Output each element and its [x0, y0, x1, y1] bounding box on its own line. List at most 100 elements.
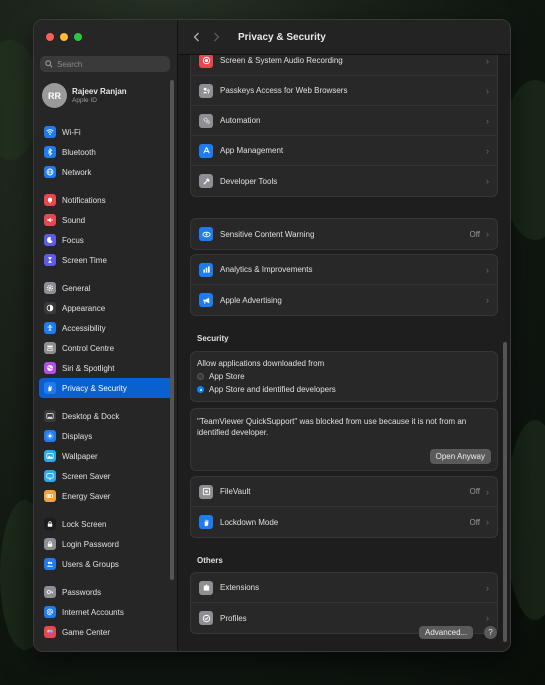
hammer-icon-glyph	[202, 177, 210, 185]
settings-row[interactable]: Apple Advertising ›	[191, 285, 497, 315]
sidebar-item-12[interactable]: Privacy & Security	[39, 378, 173, 398]
sidebar-item-16[interactable]: Screen Saver	[39, 466, 173, 486]
bell-icon	[44, 194, 56, 206]
dock-icon-glyph	[46, 413, 54, 419]
chart-icon	[199, 262, 213, 277]
radio-app-store-identified[interactable]: App Store and identified developers	[197, 385, 491, 394]
sidebar-item-18[interactable]: Lock Screen	[39, 514, 173, 534]
open-anyway-button[interactable]: Open Anyway	[429, 449, 491, 464]
privacy-group: Screen & System Audio Recording › Passkeys…	[190, 55, 498, 197]
sidebar-item-11[interactable]: Siri & Spotlight	[39, 358, 173, 378]
passkey-icon-glyph	[202, 87, 210, 94]
radio-button[interactable]	[197, 373, 204, 380]
chevron-right-icon: ›	[486, 55, 489, 66]
blocked-message: "TeamViewer QuickSupport" was blocked fr…	[197, 417, 467, 437]
extensions-icon-glyph	[203, 584, 209, 591]
settings-row[interactable]: Extensions ›	[191, 573, 497, 603]
settings-row[interactable]: Passkeys Access for Web Browsers ›	[191, 76, 497, 106]
gear-icon-glyph	[46, 284, 54, 292]
chevron-right-icon: ›	[486, 517, 489, 527]
sidebar-item-10[interactable]: Control Centre	[39, 338, 173, 358]
zoom-button[interactable]	[74, 33, 82, 41]
screensaver-icon	[44, 470, 56, 482]
sidebar-item-13[interactable]: Desktop & Dock	[39, 406, 173, 426]
sidebar-item-2[interactable]: Network	[39, 162, 173, 182]
megaphone-icon	[199, 293, 213, 307]
sidebar-item-label: Login Password	[62, 539, 119, 549]
sidebar-item-17[interactable]: Energy Saver	[39, 486, 173, 506]
account-row[interactable]: RR Rajeev Ranjan Apple ID	[42, 83, 127, 108]
row-lockdown-mode[interactable]: Lockdown Mode Off ›	[191, 507, 497, 537]
settings-row[interactable]: Developer Tools ›	[191, 166, 497, 196]
game-center-icon-glyph	[47, 629, 53, 635]
sidebar-item-19[interactable]: Login Password	[39, 534, 173, 554]
row-filevault[interactable]: FileVault Off ›	[191, 477, 497, 507]
sidebar-item-1[interactable]: Bluetooth	[39, 142, 173, 162]
wifi-icon	[44, 126, 56, 138]
sidebar-item-label: Sound	[62, 215, 86, 225]
sidebar-scrollbar[interactable]	[170, 80, 174, 580]
settings-row[interactable]: Screen & System Audio Recording ›	[191, 55, 497, 76]
radio-app-store[interactable]: App Store	[197, 372, 491, 381]
row-label: Profiles	[220, 613, 247, 623]
sidebar-item-label: Appearance	[62, 303, 106, 313]
sidebar-item-23[interactable]: Game Center	[39, 622, 173, 642]
blocked-app-group: "TeamViewer QuickSupport" was blocked fr…	[190, 408, 498, 471]
lock-icon	[44, 518, 56, 530]
wifi-icon-glyph	[46, 129, 54, 136]
sidebar-item-3[interactable]: Notifications	[39, 190, 173, 210]
sidebar-item-6[interactable]: Screen Time	[39, 250, 173, 270]
settings-row[interactable]: App Management ›	[191, 136, 497, 166]
bluetooth-icon	[44, 146, 56, 158]
row-label: Automation	[220, 116, 261, 125]
sidebar-item-14[interactable]: Displays	[39, 426, 173, 446]
search-input[interactable]	[57, 59, 157, 69]
sidebar-item-15[interactable]: Wallpaper	[39, 446, 173, 466]
chevron-right-icon: ›	[486, 145, 489, 156]
sidebar-item-label: Screen Time	[62, 255, 107, 265]
chevron-right-icon: ›	[486, 295, 489, 305]
radio-button[interactable]	[197, 386, 204, 393]
sidebar-item-8[interactable]: Appearance	[39, 298, 173, 318]
hand-icon	[44, 382, 56, 394]
sidebar-item-0[interactable]: Wi-Fi	[39, 122, 173, 142]
radio-label: App Store and identified developers	[209, 385, 336, 394]
row-label: Developer Tools	[220, 176, 278, 186]
automation-icon	[199, 113, 213, 128]
row-value: Off	[469, 229, 480, 239]
row-sensitive-content-warning[interactable]: Sensitive Content Warning Off ›	[191, 219, 497, 249]
sidebar-item-5[interactable]: Focus	[39, 230, 173, 250]
help-button[interactable]: ?	[484, 626, 497, 639]
row-label: Extensions	[220, 583, 260, 592]
lock-key-icon-glyph	[47, 541, 53, 547]
advanced-button[interactable]: Advanced...	[419, 626, 474, 639]
sidebar-item-21[interactable]: Passwords	[39, 582, 173, 602]
sidebar-item-label: Desktop & Dock	[62, 411, 120, 421]
chevron-right-icon: ›	[486, 115, 489, 126]
hammer-icon	[199, 174, 213, 188]
search-field[interactable]	[40, 56, 170, 72]
sidebar-item-label: Accessibility	[62, 323, 106, 333]
row-label: Apple Advertising	[220, 295, 282, 305]
settings-row[interactable]: Analytics & Improvements ›	[191, 255, 497, 285]
back-button[interactable]	[186, 27, 206, 47]
sidebar-item-label: Internet Accounts	[62, 607, 124, 617]
sidebar-item-7[interactable]: General	[39, 278, 173, 298]
settings-row[interactable]: Automation ›	[191, 106, 497, 136]
control-centre-icon-glyph	[46, 345, 54, 351]
control-centre-icon	[44, 342, 56, 354]
sidebar-item-9[interactable]: Accessibility	[39, 318, 173, 338]
sidebar-item-22[interactable]: Internet Accounts	[39, 602, 173, 622]
main-scrollbar[interactable]	[503, 342, 507, 642]
minimize-button[interactable]	[60, 33, 68, 41]
sidebar-item-4[interactable]: Sound	[39, 210, 173, 230]
row-value: Off	[469, 487, 480, 496]
sidebar-item-20[interactable]: Users & Groups	[39, 554, 173, 574]
row-label: FileVault	[220, 487, 251, 496]
chevron-right-icon: ›	[486, 613, 489, 623]
sidebar-item-label: Game Center	[62, 627, 111, 637]
close-button[interactable]	[46, 33, 54, 41]
forward-button[interactable]	[206, 27, 226, 47]
sidebar-list: Wi-Fi Bluetooth Network Notifications Sound F…	[39, 122, 173, 642]
row-label: App Management	[220, 146, 284, 155]
